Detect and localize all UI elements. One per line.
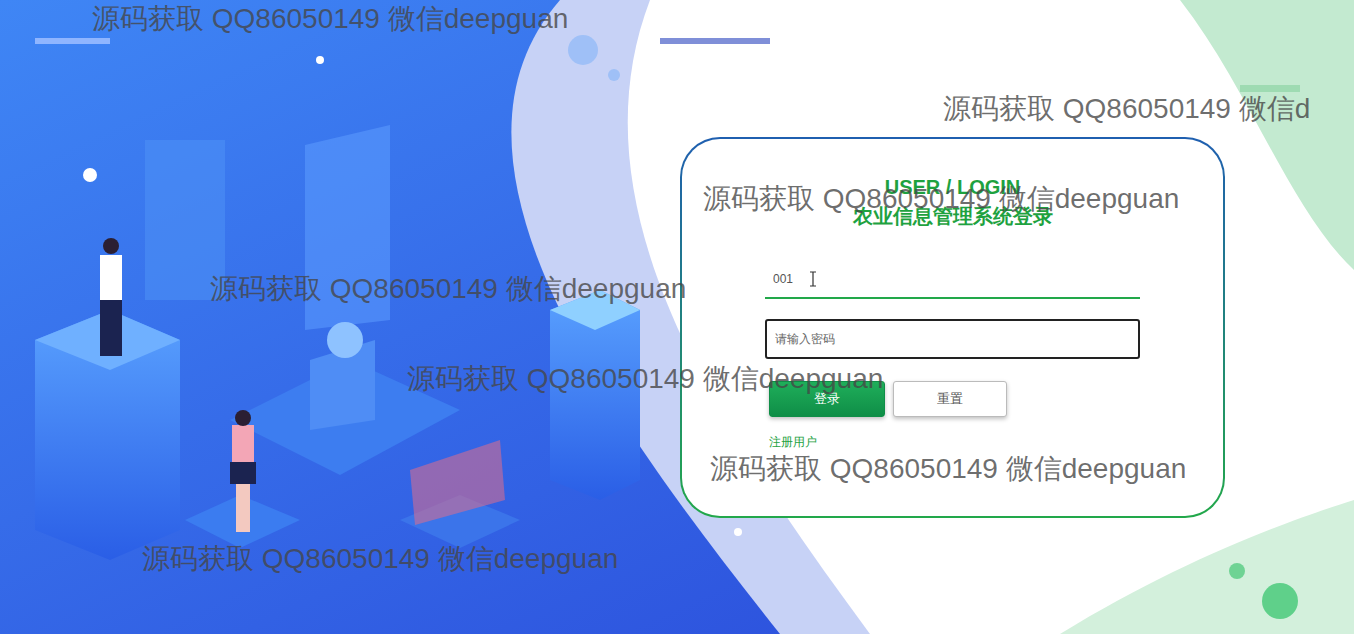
- text-cursor-icon: [809, 271, 817, 287]
- watermark-text: 源码获取 QQ86050149 微信deepguan: [210, 274, 686, 305]
- watermark-text: 源码获取 QQ86050149 微信deepguan: [142, 544, 618, 575]
- reset-button[interactable]: 重置: [893, 381, 1007, 417]
- login-button[interactable]: 登录: [769, 381, 885, 417]
- password-input[interactable]: [765, 319, 1140, 359]
- login-title: USER / LOGIN: [765, 175, 1140, 199]
- watermark-text: 源码获取 QQ86050149 微信d: [943, 94, 1310, 125]
- system-title: 农业信息管理系统登录: [765, 203, 1140, 229]
- register-link[interactable]: 注册用户: [769, 433, 817, 451]
- watermark-text: 源码获取 QQ86050149 微信deepguan: [92, 4, 568, 35]
- username-input[interactable]: [765, 261, 1140, 299]
- login-panel: USER / LOGIN 农业信息管理系统登录 登录重置 注册用户: [680, 137, 1225, 518]
